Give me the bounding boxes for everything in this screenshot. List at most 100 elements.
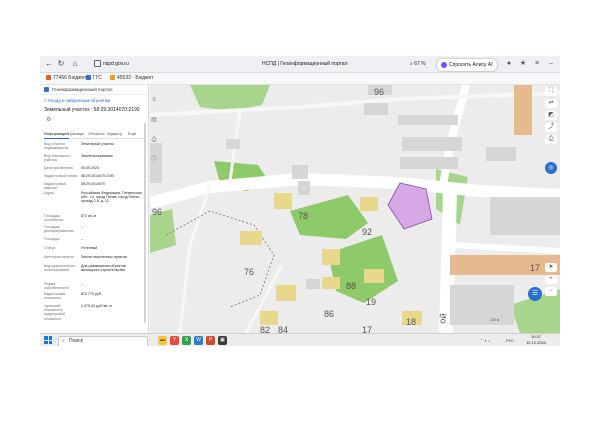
- tab-cadastre[interactable]: Кадастр: [107, 130, 122, 138]
- bookmark-icon: [46, 75, 51, 81]
- ruler-icon[interactable]: ⇌: [545, 99, 557, 108]
- fullscreen-icon[interactable]: ⛶: [545, 87, 557, 96]
- print-icon[interactable]: ⎙: [150, 136, 158, 144]
- building: [402, 137, 462, 151]
- share-icon[interactable]: ⤴: [545, 123, 557, 132]
- house-number: 76: [244, 267, 254, 277]
- taskbar-search[interactable]: ⌕ Поиск: [58, 336, 148, 346]
- map-layers-button[interactable]: ◎: [545, 162, 557, 174]
- alice-icon: [441, 61, 447, 68]
- map-scale: 100 м: [490, 318, 500, 322]
- zoom-indicator[interactable]: ⌕ 67 %: [410, 59, 426, 69]
- map-right-toolbar: ⛶ ⇌ ◩ ⤴ ⎙ ➤ + −: [545, 87, 557, 327]
- map-svg: 96 96 78 92 76 88 86 19 84 17 18 82 17 о…: [150, 85, 560, 333]
- building: [306, 279, 320, 289]
- panel-scrollbar[interactable]: [144, 123, 146, 323]
- yandex-home-icon[interactable]: ⌂: [70, 59, 80, 69]
- bookmark-2[interactable]: ГГС: [86, 74, 102, 83]
- back-arrow-icon[interactable]: ←: [44, 59, 54, 69]
- print-map-icon[interactable]: ⎙: [545, 135, 557, 144]
- menu-icon[interactable]: ≡: [532, 59, 542, 69]
- search-icon: ⌕: [62, 338, 65, 344]
- info-icon[interactable]: ⓘ: [150, 156, 158, 164]
- house: [364, 269, 384, 283]
- reload-icon[interactable]: ↻: [56, 59, 66, 69]
- locate-icon[interactable]: ➤: [545, 263, 557, 272]
- building: [398, 115, 458, 125]
- bookmark-icon: [86, 75, 91, 81]
- house: [322, 277, 340, 289]
- parcel-title: Земельный участок : 58:29:3014070:2190: [44, 107, 140, 113]
- house-number: 92: [362, 227, 372, 237]
- building: [486, 147, 516, 161]
- house-number: 17: [530, 263, 540, 273]
- panel-header: Геоинформационный портал: [40, 85, 148, 95]
- powerpoint-icon[interactable]: P: [206, 336, 215, 345]
- chat-assistant-button[interactable]: ☰: [528, 287, 542, 301]
- ask-alice-button[interactable]: Спросить Алису AI: [436, 58, 498, 72]
- language-indicator[interactable]: РУС: [506, 336, 514, 345]
- zoom-in-icon[interactable]: +: [545, 275, 557, 284]
- yandex-browser-icon[interactable]: Y: [170, 336, 179, 345]
- legend-icon[interactable]: ▤: [150, 116, 158, 124]
- bookmark-1[interactable]: 77456 Бюджет: [46, 74, 86, 83]
- house: [260, 311, 278, 325]
- building: [364, 103, 388, 115]
- screen: ← ↻ ⌂ nspd.gov.ru НСПД | Геоинформационн…: [40, 56, 560, 346]
- lock-icon: [94, 60, 101, 68]
- back-to-results-link[interactable]: < Назад к найденным объектам: [44, 98, 110, 103]
- layers-icon[interactable]: ≡: [150, 96, 158, 104]
- portal-logo: [44, 87, 49, 93]
- house: [360, 197, 378, 211]
- extensions-icon[interactable]: ★: [518, 59, 528, 69]
- house-number: 17: [362, 325, 372, 333]
- windows-taskbar: ⌕ Поиск ▬ Y X W P ▣ ⌃ ◐ ♪ РУС 10:37 12.12.…: [40, 333, 560, 346]
- building-commercial: [450, 255, 560, 275]
- building: [226, 139, 240, 149]
- building: [298, 181, 310, 195]
- map-canvas[interactable]: 96 96 78 92 76 88 86 19 84 17 18 82 17 о…: [150, 85, 560, 333]
- tab-info[interactable]: Информация: [44, 130, 69, 139]
- house-number: 88: [346, 281, 356, 291]
- house-number: 19: [366, 297, 376, 307]
- minimize-icon[interactable]: –: [546, 59, 556, 69]
- house-number: 82: [260, 325, 270, 333]
- tab-borders[interactable]: Границы: [68, 130, 84, 138]
- excel-icon[interactable]: X: [182, 336, 191, 345]
- windows-start-icon[interactable]: [44, 336, 52, 344]
- bookmark-3[interactable]: 45532 · Бюджет: [110, 74, 153, 83]
- url-text: nspd.gov.ru: [103, 61, 129, 67]
- tab-objects[interactable]: Объекты: [88, 130, 105, 138]
- file-explorer-icon[interactable]: ▬: [158, 336, 167, 345]
- clock[interactable]: 10:37 12.12.2024: [520, 334, 552, 346]
- app-icon[interactable]: ▣: [218, 336, 227, 345]
- settings-icon[interactable]: ⚙: [46, 117, 52, 123]
- street-name: ой: [437, 313, 449, 325]
- house-number: 86: [324, 309, 334, 319]
- building: [400, 157, 458, 169]
- house: [276, 285, 296, 301]
- house: [322, 249, 340, 265]
- bookmark-icon: [110, 75, 115, 81]
- tab-more[interactable]: Ещё: [128, 130, 136, 138]
- building-commercial: [514, 85, 532, 135]
- vertical-road: [439, 190, 457, 333]
- building: [450, 285, 514, 325]
- house-number: 18: [406, 317, 416, 327]
- house: [274, 193, 292, 209]
- word-icon[interactable]: W: [194, 336, 203, 345]
- map-left-toolbar: ≡ ▤ ⎙ ⓘ: [150, 86, 158, 256]
- select-icon[interactable]: ◩: [545, 111, 557, 120]
- address-bar[interactable]: nspd.gov.ru: [94, 59, 129, 69]
- zoom-out-icon[interactable]: −: [545, 287, 557, 296]
- profile-icon[interactable]: ●: [504, 59, 514, 69]
- object-info-panel: Геоинформационный портал < Назад к найде…: [40, 85, 149, 333]
- building: [292, 165, 308, 179]
- house-number: 96: [374, 87, 384, 97]
- browser-toolbar: ← ↻ ⌂ nspd.gov.ru НСПД | Геоинформационн…: [40, 56, 560, 73]
- house-number: 78: [298, 211, 308, 221]
- house: [240, 231, 262, 245]
- tray-icons[interactable]: ⌃ ◐ ♪: [480, 336, 490, 345]
- house-number: 84: [278, 325, 288, 333]
- tab-title[interactable]: НСПД | Геоинформационный портал: [262, 59, 348, 69]
